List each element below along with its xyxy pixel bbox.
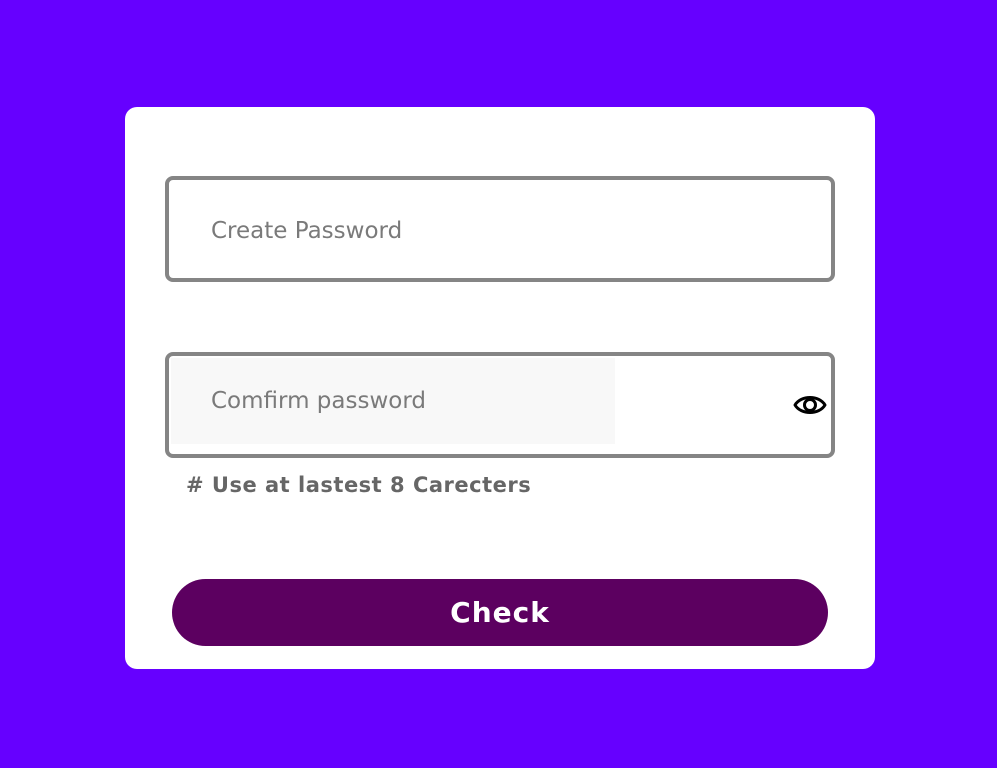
confirm-password-field [165, 352, 835, 458]
confirm-password-input[interactable] [171, 358, 615, 444]
create-password-field [165, 176, 835, 282]
eye-icon[interactable] [793, 388, 827, 422]
password-hint: # Use at lastest 8 Carecters [186, 473, 532, 497]
create-password-input[interactable] [171, 188, 831, 274]
password-card: # Use at lastest 8 Carecters Check [125, 107, 875, 669]
check-button[interactable]: Check [172, 579, 828, 646]
